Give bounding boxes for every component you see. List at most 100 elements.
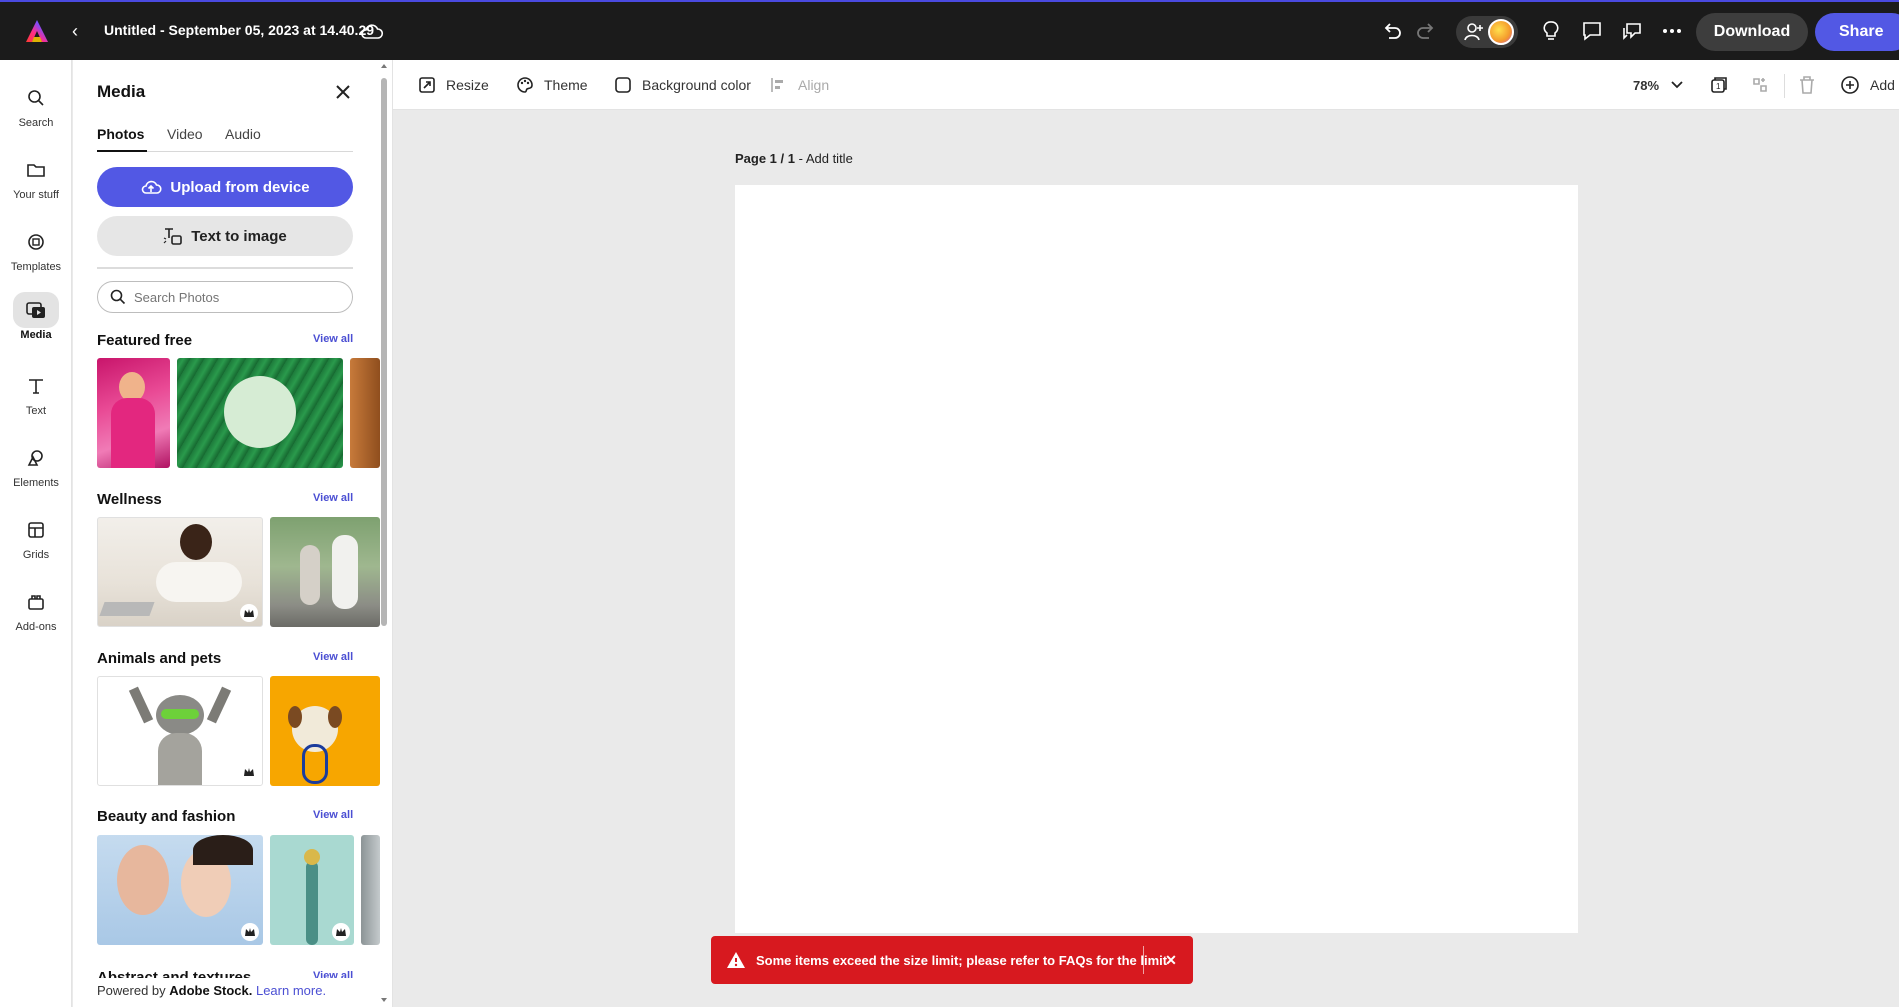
search-icon	[13, 80, 59, 116]
undo-icon[interactable]	[1379, 18, 1405, 44]
media-icon	[13, 292, 59, 328]
photo-thumbnail[interactable]	[270, 517, 380, 627]
photo-thumbnail[interactable]	[97, 676, 263, 786]
background-color-button[interactable]: Background color	[614, 74, 751, 96]
share-button[interactable]: Share	[1815, 13, 1899, 51]
folder-icon	[13, 152, 59, 188]
text-to-image-icon	[163, 228, 183, 245]
rail-item-search[interactable]: Search	[0, 80, 72, 142]
theme-label: Theme	[544, 77, 588, 93]
powered-prefix: Powered by	[97, 983, 170, 998]
media-tabs: Photos Video Audio	[97, 126, 353, 152]
rail-item-add-ons[interactable]: Add-ons	[0, 584, 72, 646]
toast-divider	[1143, 946, 1144, 974]
text-to-image-button[interactable]: Text to image	[97, 216, 353, 256]
powered-by-adobe-stock: Powered by Adobe Stock. Learn more.	[97, 983, 326, 998]
photo-thumbnail[interactable]	[270, 676, 380, 786]
photo-thumbnail[interactable]	[97, 358, 170, 468]
premium-crown-icon	[240, 763, 258, 781]
canvas-toolbar: Resize Theme Background color Align 78% …	[393, 60, 1899, 110]
theme-button[interactable]: Theme	[516, 74, 588, 96]
photo-thumbnail[interactable]	[350, 358, 380, 468]
add-circle-icon	[1841, 76, 1859, 94]
left-rail: Search Your stuff Templates Media Text E…	[0, 60, 72, 1007]
pages-icon: 1	[1711, 77, 1727, 93]
view-all-link[interactable]: View all	[313, 333, 353, 345]
photo-subject	[99, 602, 155, 616]
view-all-link[interactable]: View all	[313, 651, 353, 663]
comment-icon[interactable]	[1579, 18, 1605, 44]
search-photos-input[interactable]	[134, 289, 334, 305]
search-photos-field[interactable]	[97, 281, 353, 313]
powered-brand: Adobe Stock.	[169, 983, 253, 998]
grids-icon	[13, 512, 59, 548]
page-separator: -	[794, 151, 806, 166]
photo-thumbnail[interactable]	[270, 835, 354, 945]
avatar[interactable]	[1488, 19, 1514, 45]
section-title-featured-free: Featured free	[97, 332, 193, 349]
photo-subject	[128, 686, 154, 724]
view-all-link[interactable]: View all	[313, 492, 353, 504]
rail-item-text[interactable]: Text	[0, 368, 72, 430]
rail-label: Elements	[13, 477, 59, 489]
rail-item-grids[interactable]: Grids	[0, 512, 72, 574]
photo-thumbnail[interactable]	[177, 358, 343, 468]
rail-label: Text	[25, 405, 47, 417]
error-toast: Some items exceed the size limit; please…	[711, 936, 1193, 984]
delete-button[interactable]	[1798, 74, 1826, 96]
text-to-image-label: Text to image	[191, 227, 287, 245]
adobe-express-logo[interactable]	[24, 18, 50, 44]
resize-label: Resize	[446, 77, 489, 93]
pages-button[interactable]: 1	[1709, 74, 1739, 96]
tab-photos[interactable]: Photos	[97, 126, 147, 152]
rail-item-templates[interactable]: Templates	[0, 224, 72, 286]
canvas-page[interactable]	[735, 185, 1578, 933]
scroll-thumb[interactable]	[381, 78, 387, 626]
scroll-down-arrow-icon[interactable]	[380, 996, 388, 1004]
align-button[interactable]: Align	[770, 74, 829, 96]
upload-from-device-button[interactable]: Upload from device	[97, 167, 353, 207]
elements-icon	[13, 440, 59, 476]
align-label: Align	[798, 77, 830, 93]
view-all-link[interactable]: View all	[313, 970, 353, 978]
close-icon[interactable]: ✕	[1161, 950, 1181, 970]
photo-thumbnail[interactable]	[97, 835, 263, 945]
rail-item-your-stuff[interactable]: Your stuff	[0, 152, 72, 214]
photo-subject	[288, 706, 302, 728]
warning-icon	[727, 952, 745, 968]
scroll-up-arrow-icon[interactable]	[380, 62, 388, 70]
collaborators[interactable]	[1456, 16, 1518, 48]
toast-message: Some items exceed the size limit; please…	[756, 952, 1168, 968]
learn-more-link[interactable]: Learn more.	[256, 983, 326, 998]
invite-person-icon[interactable]	[1464, 22, 1484, 42]
view-all-link[interactable]: View all	[313, 809, 353, 821]
cloud-upload-icon	[142, 180, 162, 194]
cloud-icon[interactable]	[360, 20, 384, 42]
search-icon	[110, 289, 126, 305]
back-chevron-icon[interactable]: ‹	[72, 20, 88, 42]
rail-item-elements[interactable]: Elements	[0, 440, 72, 502]
more-options-icon[interactable]	[1659, 18, 1685, 44]
text-icon	[13, 368, 59, 404]
add-button[interactable]: Add	[1840, 74, 1895, 96]
photo-thumbnail[interactable]	[361, 835, 380, 945]
tab-video[interactable]: Video	[167, 126, 203, 152]
section-title-wellness: Wellness	[97, 491, 162, 508]
download-button[interactable]: Download	[1696, 13, 1808, 51]
redo-icon[interactable]	[1413, 18, 1439, 44]
close-icon[interactable]	[333, 82, 353, 102]
zoom-select[interactable]: 78%	[1633, 74, 1693, 96]
tab-audio[interactable]: Audio	[225, 126, 261, 152]
document-title[interactable]: Untitled - September 05, 2023 at 14.40.2…	[104, 22, 374, 38]
present-icon[interactable]	[1619, 18, 1645, 44]
add-title-link[interactable]: Add title	[806, 151, 853, 166]
photo-subject	[332, 535, 358, 609]
rail-item-media[interactable]: Media	[0, 292, 72, 354]
resize-button[interactable]: Resize	[418, 74, 489, 96]
photo-subject	[306, 861, 318, 945]
lightbulb-icon[interactable]	[1538, 18, 1564, 44]
layers-button[interactable]	[1750, 74, 1780, 96]
panel-scrollbar[interactable]	[380, 62, 388, 1005]
photo-thumbnail[interactable]	[97, 517, 263, 627]
rail-label: Add-ons	[15, 621, 57, 633]
